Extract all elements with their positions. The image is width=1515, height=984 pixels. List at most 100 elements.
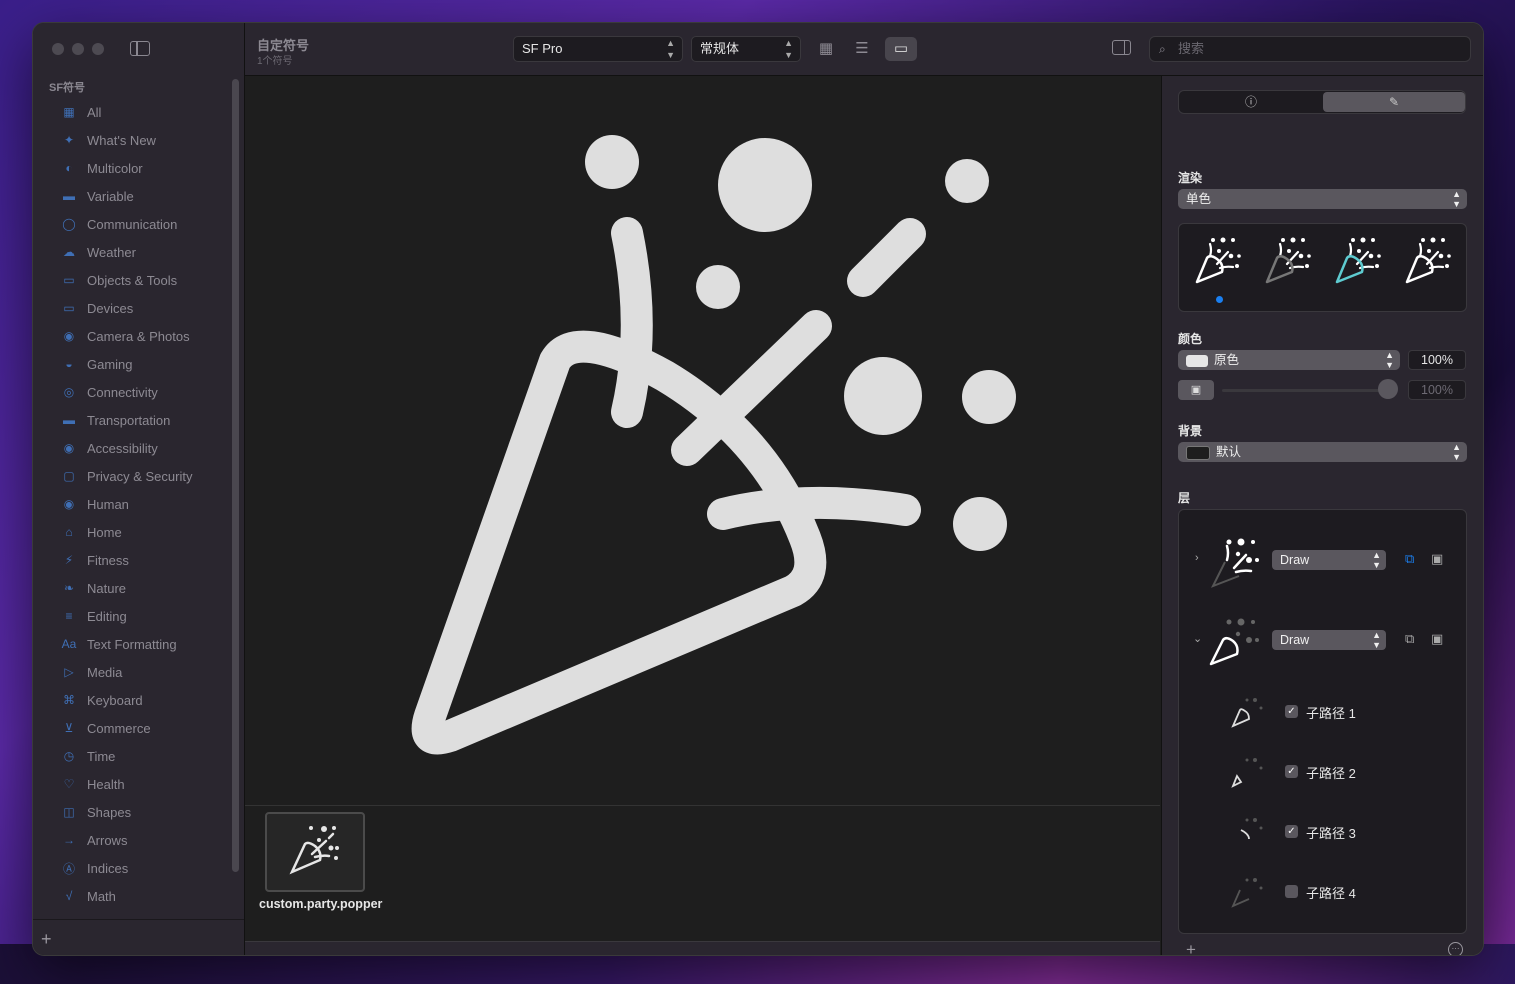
chevron-down-icon[interactable]: ⌄ — [1193, 632, 1202, 645]
add-collection-button[interactable]: + — [41, 929, 52, 950]
sidebar-item-label: All — [87, 104, 102, 120]
hierarchical-mode-option[interactable] — [1259, 234, 1317, 286]
layer-options-icon[interactable]: ▣ — [1431, 551, 1443, 567]
sidebar-item[interactable]: ▦ All — [33, 98, 233, 126]
sublayer-row[interactable]: ✓ 子路径 3 — [1179, 806, 1466, 856]
sidebar-item-label: Commerce — [87, 720, 151, 736]
inspector-toggle-icon[interactable] — [1112, 40, 1131, 55]
sublayer-row[interactable]: ✓ 子路径 2 — [1179, 746, 1466, 796]
sidebar-item[interactable]: ◉ Human — [33, 490, 233, 518]
sidebar-item[interactable]: ◒ Gaming — [33, 350, 233, 378]
sidebar-item[interactable]: ▭ Devices — [33, 294, 233, 322]
sidebar-item[interactable]: ✦ What's New — [33, 126, 233, 154]
chevron-updown-icon: ▲ ▼ — [1385, 350, 1394, 370]
sidebar-toggle-icon[interactable] — [130, 41, 150, 56]
sidebar-item[interactable]: ⊻ Commerce — [33, 714, 233, 742]
sublayer-row[interactable]: 子路径 4 — [1179, 866, 1466, 916]
layer-2-mode-popup[interactable]: Draw ▲ ▼ — [1272, 630, 1386, 650]
font-popup[interactable]: SF Pro ▲ ▼ — [513, 36, 683, 62]
opacity-slider-knob[interactable] — [1378, 379, 1398, 399]
person-icon: ◉ — [63, 497, 75, 511]
sidebar-item[interactable]: ◯ Communication — [33, 210, 233, 238]
sidebar-item-label: Devices — [87, 300, 134, 316]
duplicate-layer-icon[interactable]: ⧉ — [1405, 631, 1414, 647]
clock-icon: ◷ — [63, 749, 75, 763]
opacity-field[interactable]: 100% — [1408, 350, 1466, 370]
minimize-button[interactable] — [72, 43, 84, 55]
weight-popup[interactable]: 常规体 ▲ ▼ — [691, 36, 801, 62]
inspector-mode-segmented-control[interactable]: ⓘ ✎ — [1178, 90, 1466, 114]
sidebar-item[interactable]: ▢ Privacy & Security — [33, 462, 233, 490]
monochrome-mode-option[interactable] — [1189, 234, 1247, 286]
sidebar-item-label: Objects & Tools — [87, 272, 178, 288]
sidebar-item[interactable]: Ⓐ Indices — [33, 854, 233, 882]
sidebar-category-list: ▦ All ✦ What's New ◐ Multicolor ▬ Variable ◯ Comm… — [33, 98, 233, 910]
opacity-slider[interactable] — [1222, 389, 1389, 392]
sublayer-row[interactable]: ✓ 子路径 1 — [1179, 686, 1466, 736]
sidebar-scrollbar[interactable] — [232, 79, 239, 872]
sublayer-preview-icon — [1231, 878, 1263, 908]
sidebar-item[interactable]: Aa Text Formatting — [33, 630, 233, 658]
sidebar-item[interactable]: ◷ Time — [33, 742, 233, 770]
antenna-icon: ◎ — [63, 385, 75, 399]
search-input[interactable]: ⌕ 搜索 — [1149, 36, 1471, 62]
a-circle-icon: Ⓐ — [62, 861, 75, 876]
sidebar-item[interactable]: ♡ Health — [33, 770, 233, 798]
palette-mode-option[interactable] — [1329, 234, 1387, 286]
info-tab[interactable]: ⓘ — [1180, 92, 1322, 112]
background-popup[interactable]: 默认 ▲ ▼ — [1178, 442, 1467, 462]
sidebar-item[interactable]: ◫ Shapes — [33, 798, 233, 826]
sidebar-item-label: Gaming — [87, 356, 133, 372]
sidebar-item-label: Keyboard — [87, 692, 143, 708]
sidebar-item[interactable]: ◉ Accessibility — [33, 434, 233, 462]
sublayer-checkbox[interactable]: ✓ — [1285, 705, 1298, 718]
sidebar-item[interactable]: ◉ Camera & Photos — [33, 322, 233, 350]
list-view-icon[interactable]: ☰ — [849, 37, 875, 61]
house-icon: ⌂ — [65, 525, 73, 539]
multicolor-mode-option[interactable] — [1399, 234, 1457, 286]
rendering-tab[interactable]: ✎ — [1323, 92, 1465, 112]
sidebar-item[interactable]: √ Math — [33, 882, 233, 910]
confetti-dot — [718, 138, 812, 232]
layer-1-mode-popup[interactable]: Draw ▲ ▼ — [1272, 550, 1386, 570]
zoom-button[interactable] — [92, 43, 104, 55]
sidebar-item-label: Variable — [87, 188, 134, 204]
sublayer-label: 子路径 3 — [1306, 826, 1356, 841]
sidebar-item[interactable]: ⌂ Home — [33, 518, 233, 546]
sidebar-item[interactable]: ▬ Variable — [33, 182, 233, 210]
rendering-mode-value: 单色 — [1186, 192, 1212, 206]
sidebar-item[interactable]: ◎ Connectivity — [33, 378, 233, 406]
sidebar-item[interactable]: → Arrows — [33, 826, 233, 854]
symbol-thumbnail[interactable] — [265, 812, 365, 892]
symbol-preview-canvas[interactable] — [245, 76, 1160, 804]
color-popup[interactable]: 原色 ▲ ▼ — [1178, 350, 1400, 370]
sidebar-item[interactable]: ≡ Editing — [33, 602, 233, 630]
sidebar-item-label: Indices — [87, 860, 129, 876]
secondary-opacity-field[interactable]: 100% — [1408, 380, 1466, 400]
close-button[interactable] — [52, 43, 64, 55]
more-options-icon[interactable]: ⋯ — [1448, 942, 1463, 955]
layer-options-icon[interactable]: ▣ — [1431, 631, 1443, 647]
accessibility-icon: ◉ — [63, 441, 75, 455]
sidebar-item[interactable]: ❧ Nature — [33, 574, 233, 602]
sidebar-item[interactable]: ◐ Multicolor — [33, 154, 233, 182]
sublayer-checkbox[interactable]: ✓ — [1285, 765, 1298, 778]
sidebar-item[interactable]: ▭ Objects & Tools — [33, 266, 233, 294]
gallery-view-icon[interactable]: ▭ — [885, 37, 917, 61]
sidebar-item-label: Communication — [87, 216, 178, 232]
layer-color-toggle[interactable]: ▣ — [1178, 380, 1214, 400]
sidebar-item[interactable]: ⚡ Fitness — [33, 546, 233, 574]
layers-list: › Draw ▲ ▼ ⧉ ▣ ⌄ Draw ▲ ▼ ⧉ ▣ ✓ 子路径 1 ✓ … — [1178, 509, 1467, 934]
sidebar-item[interactable]: ☁ Weather — [33, 238, 233, 266]
add-layer-button[interactable]: + — [1186, 940, 1196, 955]
sidebar-item[interactable]: ▷ Media — [33, 658, 233, 686]
sliders-icon: ≡ — [65, 609, 73, 623]
sidebar-item[interactable]: ⌘ Keyboard — [33, 686, 233, 714]
sublayer-checkbox[interactable] — [1285, 885, 1298, 898]
rendering-mode-popup[interactable]: 单色 ▲ ▼ — [1178, 189, 1467, 209]
chevron-right-icon[interactable]: › — [1195, 552, 1199, 564]
grid-view-icon[interactable]: ▦ — [813, 37, 839, 61]
sidebar-item[interactable]: ▬ Transportation — [33, 406, 233, 434]
duplicate-layer-icon[interactable]: ⧉ — [1405, 551, 1414, 567]
sublayer-checkbox[interactable]: ✓ — [1285, 825, 1298, 838]
